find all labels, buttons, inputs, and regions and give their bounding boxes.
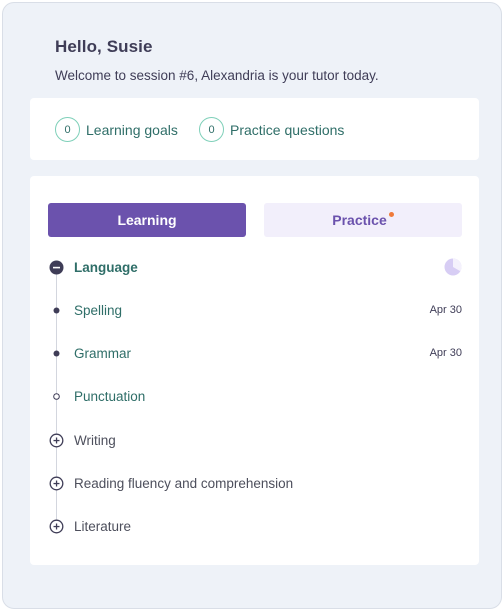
plus-circle-icon[interactable]	[49, 519, 64, 534]
learning-card: Learning Practice Language Spelling Apr …	[30, 176, 479, 565]
tree-item-label: Language	[74, 259, 138, 275]
practice-questions-label: Practice questions	[230, 121, 345, 138]
tree-item-punctuation[interactable]: Punctuation	[30, 384, 479, 408]
completion-date: Apr 30	[429, 347, 462, 359]
tab-practice[interactable]: Practice	[264, 203, 462, 237]
welcome-message: Welcome to session #6, Alexandria is you…	[55, 68, 379, 83]
filled-dot-icon	[49, 303, 64, 318]
tree-item-label: Writing	[74, 432, 116, 448]
tree-item-label: Spelling	[74, 302, 123, 318]
learning-goals-stat[interactable]: 0 Learning goals	[55, 117, 178, 142]
minus-circle-icon[interactable]	[49, 260, 64, 275]
tree-item-writing[interactable]: Writing	[30, 428, 479, 452]
tree-item-label: Grammar	[74, 345, 131, 361]
tree-item-label: Reading fluency and comprehension	[74, 475, 294, 491]
notification-dot-icon	[388, 211, 394, 217]
tree-item-reading-fluency[interactable]: Reading fluency and comprehension	[30, 471, 479, 495]
learning-goals-count: 0	[55, 117, 80, 142]
tree-item-language[interactable]: Language	[30, 255, 479, 279]
tab-learning-label: Learning	[117, 212, 177, 228]
tree-item-label: Punctuation	[74, 388, 146, 404]
tree-item-literature[interactable]: Literature	[30, 514, 479, 538]
session-panel: Hello, Susie Welcome to session #6, Alex…	[2, 2, 502, 609]
tree-item-label: Literature	[74, 518, 132, 534]
tab-learning[interactable]: Learning	[48, 203, 246, 237]
practice-questions-stat[interactable]: 0 Practice questions	[199, 117, 344, 142]
hollow-dot-icon	[49, 389, 64, 404]
learning-goals-label: Learning goals	[86, 121, 178, 138]
plus-circle-icon[interactable]	[49, 476, 64, 491]
greeting-title: Hello, Susie	[55, 37, 153, 56]
tab-practice-label: Practice	[332, 212, 387, 228]
completion-date: Apr 30	[429, 304, 462, 316]
tree-item-spelling[interactable]: Spelling Apr 30	[30, 298, 479, 322]
stats-card: 0 Learning goals 0 Practice questions	[30, 98, 479, 160]
partial-progress-pie-icon	[444, 258, 462, 281]
plus-circle-icon[interactable]	[49, 433, 64, 448]
filled-dot-icon	[49, 346, 64, 361]
practice-questions-count: 0	[199, 117, 224, 142]
tree-item-grammar[interactable]: Grammar Apr 30	[30, 341, 479, 365]
